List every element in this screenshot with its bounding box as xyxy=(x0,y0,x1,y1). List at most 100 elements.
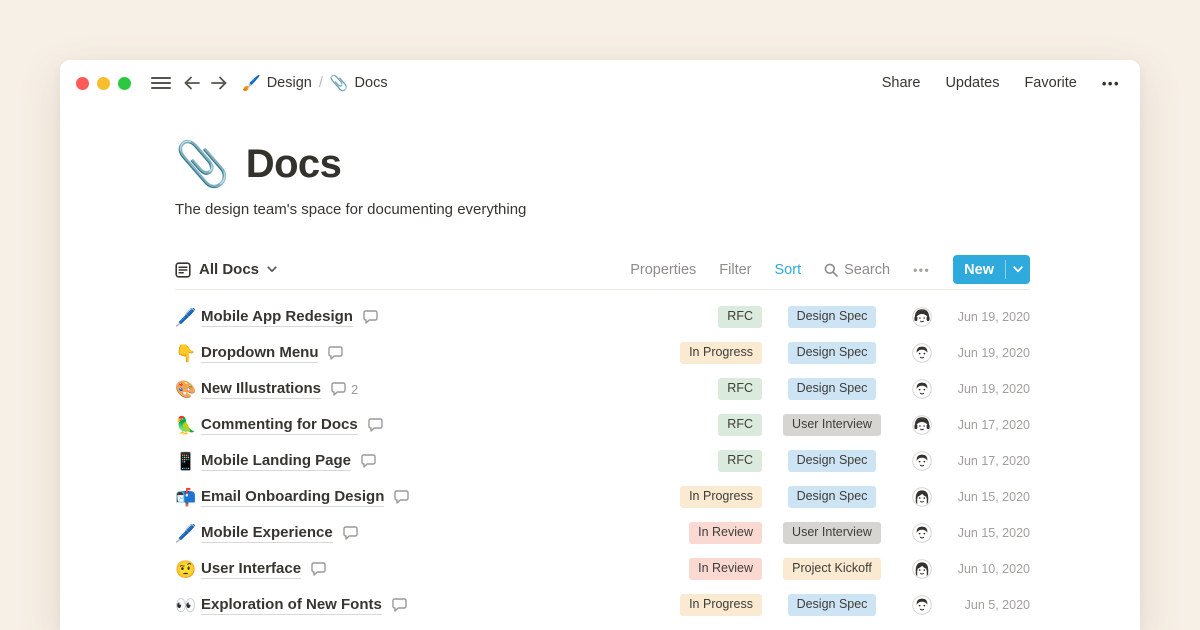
type-tag[interactable]: Design Spec xyxy=(788,342,877,364)
new-chevron-down-icon[interactable] xyxy=(1006,255,1030,284)
doc-title-link[interactable]: Dropdown Menu xyxy=(201,344,318,363)
breadcrumb-item-docs[interactable]: 📎 Docs xyxy=(330,75,388,91)
doc-date: Jun 17, 2020 xyxy=(942,418,1030,432)
sidebar-menu-icon[interactable] xyxy=(151,76,171,90)
search-icon xyxy=(824,263,838,277)
status-tag[interactable]: In Progress xyxy=(680,486,762,508)
table-row[interactable]: 🖊️ Mobile App Redesign RFC Design Spec J… xyxy=(175,299,1030,335)
doc-title-link[interactable]: Email Onboarding Design xyxy=(201,488,384,507)
table-row[interactable]: 👇 Dropdown Menu In Progress Design Spec … xyxy=(175,335,1030,371)
doc-emoji-icon: 👀 xyxy=(175,597,201,614)
doc-title-link[interactable]: Exploration of New Fonts xyxy=(201,596,382,615)
status-tag[interactable]: In Review xyxy=(689,522,762,544)
doc-emoji-icon: 🎨 xyxy=(175,381,201,398)
table-row[interactable]: 📬 Email Onboarding Design In Progress De… xyxy=(175,479,1030,515)
breadcrumb: 🖌️ Design / 📎 Docs xyxy=(242,75,388,91)
search-button[interactable]: Search xyxy=(824,262,890,278)
table-row[interactable]: 🤨 User Interface In Review Project Kicko… xyxy=(175,551,1030,587)
type-tag[interactable]: User Interview xyxy=(783,414,881,436)
doc-title-link[interactable]: New Illustrations xyxy=(201,380,321,399)
type-tag[interactable]: Design Spec xyxy=(788,450,877,472)
breadcrumb-label: Docs xyxy=(355,75,388,91)
comment-count[interactable] xyxy=(394,490,414,504)
avatar xyxy=(912,415,932,435)
doc-emoji-icon: 🖊️ xyxy=(175,309,201,326)
type-tag[interactable]: Design Spec xyxy=(788,306,877,328)
avatar xyxy=(912,559,932,579)
comment-count[interactable] xyxy=(311,562,331,576)
comment-count[interactable] xyxy=(392,598,412,612)
page-subtitle: The design team's space for documenting … xyxy=(175,201,1030,218)
zoom-window-icon[interactable] xyxy=(118,77,131,90)
list-view-icon xyxy=(175,262,191,278)
new-button-label: New xyxy=(953,255,1005,284)
type-tag[interactable]: Design Spec xyxy=(788,486,877,508)
status-tag[interactable]: In Progress xyxy=(680,594,762,616)
comment-bubble-icon xyxy=(392,598,407,612)
new-button[interactable]: New xyxy=(953,255,1030,284)
doc-date: Jun 15, 2020 xyxy=(942,526,1030,540)
doc-date: Jun 19, 2020 xyxy=(942,382,1030,396)
doc-title-link[interactable]: User Interface xyxy=(201,560,301,579)
breadcrumb-item-design[interactable]: 🖌️ Design xyxy=(242,75,312,91)
close-window-icon[interactable] xyxy=(76,77,89,90)
type-tag[interactable]: User Interview xyxy=(783,522,881,544)
comment-count[interactable] xyxy=(368,418,388,432)
doc-date: Jun 15, 2020 xyxy=(942,490,1030,504)
doc-date: Jun 5, 2020 xyxy=(942,598,1030,612)
comment-count[interactable] xyxy=(361,454,381,468)
window-topbar: 🖌️ Design / 📎 Docs Share Updates Favorit… xyxy=(60,60,1140,106)
table-row[interactable]: 📱 Mobile Landing Page RFC Design Spec Ju… xyxy=(175,443,1030,479)
comment-count[interactable]: 2 xyxy=(331,382,358,397)
doc-title-link[interactable]: Commenting for Docs xyxy=(201,416,358,435)
toolbar-more-icon[interactable]: ••• xyxy=(913,263,930,277)
comment-bubble-icon xyxy=(394,490,409,504)
doc-list: 🖊️ Mobile App Redesign RFC Design Spec J… xyxy=(175,299,1030,623)
paintbrush-icon: 🖌️ xyxy=(242,76,261,91)
forward-arrow-icon[interactable] xyxy=(210,75,228,91)
comment-bubble-icon xyxy=(343,526,358,540)
status-tag[interactable]: RFC xyxy=(718,450,762,472)
properties-button[interactable]: Properties xyxy=(630,262,696,278)
status-tag[interactable]: RFC xyxy=(718,378,762,400)
breadcrumb-separator: / xyxy=(319,75,323,91)
back-arrow-icon[interactable] xyxy=(183,75,201,91)
more-options-icon[interactable]: ••• xyxy=(1102,76,1120,91)
table-row[interactable]: 🖊️ Mobile Experience In Review User Inte… xyxy=(175,515,1030,551)
status-tag[interactable]: In Review xyxy=(689,558,762,580)
paperclip-icon: 📎 xyxy=(330,76,349,91)
doc-title-link[interactable]: Mobile App Redesign xyxy=(201,308,353,327)
type-tag[interactable]: Design Spec xyxy=(788,378,877,400)
view-switcher[interactable]: All Docs xyxy=(175,261,277,278)
status-tag[interactable]: In Progress xyxy=(680,342,762,364)
comment-bubble-icon xyxy=(368,418,383,432)
table-row[interactable]: 🎨 New Illustrations 2 RFC Design Spec Ju… xyxy=(175,371,1030,407)
comment-bubble-icon xyxy=(363,310,378,324)
sort-button[interactable]: Sort xyxy=(775,262,802,278)
doc-emoji-icon: 📬 xyxy=(175,489,201,506)
comment-bubble-icon xyxy=(331,382,346,396)
status-tag[interactable]: RFC xyxy=(718,414,762,436)
avatar xyxy=(912,595,932,615)
minimize-window-icon[interactable] xyxy=(97,77,110,90)
doc-title-link[interactable]: Mobile Experience xyxy=(201,524,333,543)
avatar xyxy=(912,451,932,471)
type-tag[interactable]: Project Kickoff xyxy=(783,558,881,580)
filter-button[interactable]: Filter xyxy=(719,262,751,278)
comment-count[interactable] xyxy=(328,346,348,360)
favorite-button[interactable]: Favorite xyxy=(1024,75,1076,91)
page-paperclip-icon: 📎 xyxy=(175,143,230,187)
doc-title-link[interactable]: Mobile Landing Page xyxy=(201,452,351,471)
type-tag[interactable]: Design Spec xyxy=(788,594,877,616)
comment-count[interactable] xyxy=(363,310,383,324)
updates-button[interactable]: Updates xyxy=(945,75,999,91)
comment-count-number: 2 xyxy=(351,382,358,397)
avatar xyxy=(912,487,932,507)
comment-count[interactable] xyxy=(343,526,363,540)
share-button[interactable]: Share xyxy=(882,75,921,91)
traffic-lights xyxy=(76,77,131,90)
status-tag[interactable]: RFC xyxy=(718,306,762,328)
table-row[interactable]: 👀 Exploration of New Fonts In Progress D… xyxy=(175,587,1030,623)
table-row[interactable]: 🦜 Commenting for Docs RFC User Interview… xyxy=(175,407,1030,443)
breadcrumb-label: Design xyxy=(267,75,312,91)
